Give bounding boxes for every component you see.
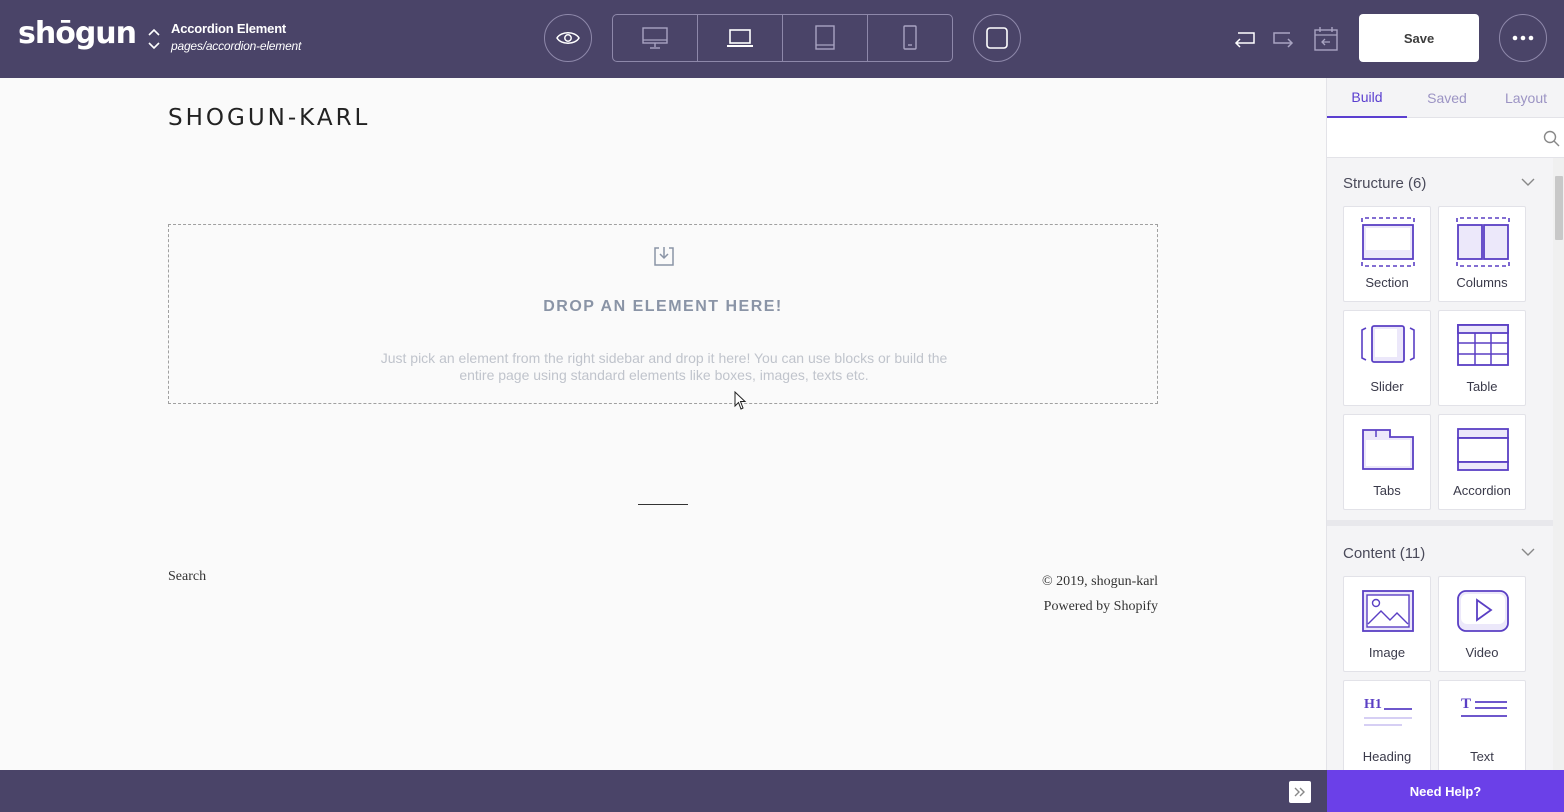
columns-element-icon [1456,217,1510,267]
device-tablet-button[interactable] [783,15,868,61]
square-icon [986,27,1008,49]
more-options-button[interactable] [1499,14,1547,62]
element-card-accordion[interactable]: Accordion [1438,414,1526,510]
device-mobile-button[interactable] [868,15,952,61]
tab-saved[interactable]: Saved [1407,78,1487,118]
tabs-element-icon [1362,429,1414,470]
tab-build[interactable]: Build [1327,78,1407,118]
structure-section-title: Structure (6) [1343,175,1427,192]
footer-search-link[interactable]: Search [168,569,206,585]
element-card-label: Table [1466,379,1498,394]
drop-zone-title: DROP AN ELEMENT HERE! [543,298,783,315]
accordion-element-icon [1457,428,1509,471]
footer-copyright: © 2019, shogun-karl [1041,574,1158,589]
page-switcher-icon[interactable] [146,26,162,52]
element-card-slider[interactable]: Slider [1343,310,1431,406]
element-card-label: Image [1368,645,1406,660]
collapse-sidebar-button[interactable] [1289,781,1311,803]
element-card-label: Section [1365,275,1409,290]
element-card-label: Video [1465,645,1499,660]
save-button[interactable]: Save [1359,14,1479,62]
element-card-heading[interactable]: H1 Heading [1343,680,1431,770]
tab-layout[interactable]: Layout [1487,78,1564,118]
sidebar-scrollbar-thumb[interactable] [1555,176,1563,240]
table-element-icon [1457,324,1509,366]
footer-divider [638,504,688,505]
store-name[interactable]: SHOGUN-KARL [168,105,370,131]
device-desktop-button[interactable] [613,15,698,61]
page-canvas[interactable]: SHOGUN-KARL DROP AN ELEMENT HERE! Just p… [0,78,1326,770]
chevron-down-icon [1521,178,1535,186]
image-element-icon [1362,590,1414,632]
element-card-label: Columns [1456,275,1508,290]
sidebar-tabs: Build Saved Layout [1327,78,1564,118]
more-dots-icon [1512,35,1534,41]
bottom-bar: Need Help? [0,770,1564,812]
sidebar-scrollbar-track[interactable] [1553,158,1564,770]
section-separator [1327,520,1564,526]
element-card-video[interactable]: Video [1438,576,1526,672]
mouse-cursor-icon [734,391,747,410]
element-card-section[interactable]: Section [1343,206,1431,302]
text-element-icon: T [1461,696,1507,717]
history-button[interactable] [1313,26,1339,52]
element-sidebar: Build Saved Layout Structure (6) Section… [1326,78,1564,770]
element-card-label: Accordion [1453,483,1511,498]
redo-button[interactable] [1271,26,1297,52]
content-section-title: Content (11) [1343,545,1426,562]
element-card-table[interactable]: Table [1438,310,1526,406]
undo-icon [1234,32,1255,48]
video-element-icon [1457,590,1509,632]
element-card-label: Heading [1362,749,1412,764]
mobile-icon [903,25,917,50]
preview-button[interactable] [544,14,592,62]
footer-powered-by[interactable]: Powered by Shopify [1042,594,1158,619]
page-title: Accordion Element [171,21,287,36]
element-card-label: Text [1470,749,1494,764]
page-path: pages/accordion-element [171,39,302,53]
calendar-history-icon [1314,27,1338,51]
sidebar-search [1327,118,1564,158]
element-card-image[interactable]: Image [1343,576,1431,672]
element-card-label: Slider [1370,379,1404,394]
page-info[interactable]: Accordion Element pages/accordion-elemen… [171,21,301,53]
element-card-columns[interactable]: Columns [1438,206,1526,302]
structure-section-header[interactable]: Structure (6) [1343,175,1535,192]
shogun-logo[interactable]: shōgun [18,16,137,51]
chevron-down-icon [1521,548,1535,556]
undo-button[interactable] [1231,26,1257,52]
element-card-tabs[interactable]: Tabs [1343,414,1431,510]
drop-zone[interactable]: DROP AN ELEMENT HERE! Just pick an eleme… [168,224,1158,404]
top-toolbar: shōgun Accordion Element pages/accordion… [0,0,1564,78]
desktop-icon [642,27,668,49]
slider-element-icon [1361,325,1415,363]
svg-text:T: T [1461,696,1471,712]
redo-icon [1273,32,1294,48]
double-chevron-right-icon [1294,787,1305,797]
svg-text:H1: H1 [1364,697,1382,712]
element-card-text[interactable]: T Text [1438,680,1526,770]
device-switcher [612,14,953,62]
heading-element-icon: H1 [1364,697,1412,726]
device-laptop-button[interactable] [698,15,783,61]
tablet-icon [815,25,835,50]
element-card-label: Tabs [1373,483,1401,498]
need-help-button[interactable]: Need Help? [1327,770,1564,812]
drop-zone-description: Just pick an element from the right side… [380,350,948,383]
element-search-input[interactable] [1327,118,1539,158]
search-icon[interactable] [1543,130,1560,147]
drop-download-icon [654,247,674,266]
content-section-header[interactable]: Content (11) [1343,545,1535,562]
eye-icon [556,32,580,44]
footer-info: © 2019, shogun-karl Powered by Shopify [1042,569,1158,619]
laptop-icon [727,29,753,47]
section-element-icon [1361,217,1415,267]
fullscreen-button[interactable] [973,14,1021,62]
